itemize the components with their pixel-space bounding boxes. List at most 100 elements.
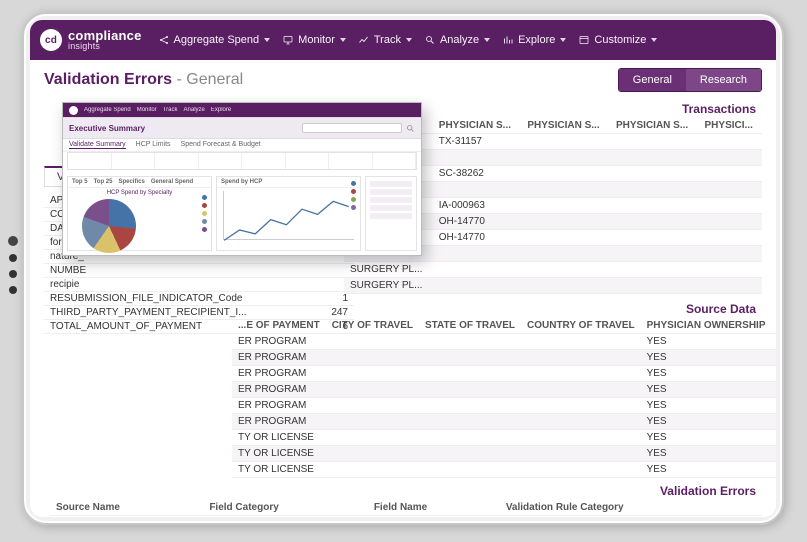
popup-tab[interactable]: Validate Summary xyxy=(69,141,126,149)
table-row[interactable]: ER PROGRAMYESNO xyxy=(232,334,776,350)
nav-aggregate-spend[interactable]: Aggregate Spend xyxy=(158,34,271,46)
validation-errors-section: Validation Errors Source NameField Categ… xyxy=(50,482,762,517)
table-row[interactable]: 0 xyxy=(50,516,762,518)
col-header[interactable]: Source Name xyxy=(50,500,203,516)
nav-analyze[interactable]: Analyze xyxy=(424,34,490,46)
chevron-down-icon xyxy=(651,38,657,42)
table-row[interactable]: ER PROGRAMYESNO xyxy=(232,382,776,398)
popup-tab[interactable]: HCP Limits xyxy=(136,141,171,149)
col-header[interactable]: PHYSICIAN S... xyxy=(521,118,610,134)
magnifier-icon xyxy=(424,34,436,46)
magnifier-icon[interactable] xyxy=(406,124,415,133)
col-header[interactable]: Field Category xyxy=(203,500,368,516)
table-row[interactable]: SURGERY PL... xyxy=(344,262,762,278)
mini-nav-item[interactable]: Aggregate Spend xyxy=(84,107,131,113)
summary-row[interactable]: NUMBE xyxy=(44,264,354,278)
field-value xyxy=(314,278,354,292)
cell: SURGERY PL... xyxy=(344,278,433,294)
validation-errors-table[interactable]: Source NameField CategoryField NameValid… xyxy=(50,500,762,517)
cell: ER PROGRAM xyxy=(232,366,326,382)
page-tab-segment: General Research xyxy=(618,68,762,92)
summary-row[interactable]: THIRD_PARTY_PAYMENT_RECIPIENT_I...247 xyxy=(44,306,354,320)
nav-explore[interactable]: Explore xyxy=(502,34,566,46)
page-header: Validation Errors - General General Rese… xyxy=(30,60,776,98)
col-header[interactable]: STATE OF TRAVEL xyxy=(419,318,521,334)
cell: YES xyxy=(641,446,772,462)
cell: YES xyxy=(641,414,772,430)
nav-label: Explore xyxy=(518,34,555,46)
mini-nav-item[interactable]: Monitor xyxy=(137,107,157,113)
field-value: 6 xyxy=(314,320,354,334)
table-row[interactable]: SURGERY PL... xyxy=(344,278,762,294)
rule-cat-cell xyxy=(500,516,762,518)
panel-tab[interactable]: General Spend xyxy=(151,179,193,185)
cell: OH-14770 xyxy=(433,214,522,230)
chevron-down-icon xyxy=(406,38,412,42)
field-value xyxy=(314,264,354,278)
nav-label: Aggregate Spend xyxy=(174,34,260,46)
nav-track[interactable]: Track xyxy=(358,34,412,46)
brand-sub: insights xyxy=(68,42,142,51)
col-header[interactable]: Field Name xyxy=(368,500,500,516)
cell: YES xyxy=(641,350,772,366)
summary-row[interactable]: TOTAL_AMOUNT_OF_PAYMENT6 xyxy=(44,320,354,334)
cell: YES xyxy=(641,462,772,478)
panel-tab[interactable]: Specifics xyxy=(118,179,144,185)
cell: YES xyxy=(641,382,772,398)
col-header[interactable]: THIRD xyxy=(772,318,777,334)
brand-logo[interactable]: cd compliance insights xyxy=(40,29,142,51)
share-icon xyxy=(158,34,170,46)
nav-label: Analyze xyxy=(440,34,479,46)
cell: NO xyxy=(772,334,777,350)
cell: NO xyxy=(772,446,777,462)
popup-tab[interactable]: Spend Forecast & Budget xyxy=(181,141,261,149)
cell: IA-000963 xyxy=(433,198,522,214)
table-row[interactable]: ER PROGRAMYESNO xyxy=(232,366,776,382)
summary-row[interactable]: recipie xyxy=(44,278,354,292)
source-data-table[interactable]: ...E OF PAYMENTCITY OF TRAVELSTATE OF TR… xyxy=(232,318,776,478)
panel1-title: HCP Spend by Specialty xyxy=(68,188,211,196)
trend-icon xyxy=(358,34,370,46)
chevron-down-icon xyxy=(340,38,346,42)
pie-chart[interactable] xyxy=(82,199,136,253)
table-row[interactable]: ER PROGRAMYESNO xyxy=(232,398,776,414)
col-header[interactable]: PHYSICIAN OWNERSHIP xyxy=(641,318,772,334)
col-header[interactable]: PHYSICI... xyxy=(699,118,762,134)
cell: NO xyxy=(772,382,777,398)
cell: TX-31157 xyxy=(433,134,522,150)
title-sub: - General xyxy=(177,71,244,88)
table-row[interactable]: TY OR LICENSEYESNO xyxy=(232,462,776,478)
dashboard-popup[interactable]: Aggregate Spend Monitor Track Analyze Ex… xyxy=(62,102,422,256)
brand-mark-icon: cd xyxy=(40,29,62,51)
tab-research[interactable]: Research xyxy=(686,69,761,91)
table-row[interactable]: TY OR LICENSEYESNO xyxy=(232,430,776,446)
cell xyxy=(433,278,522,294)
cell: YES xyxy=(641,366,772,382)
nav-label: Customize xyxy=(594,34,646,46)
main-nav: Aggregate Spend Monitor Track Analyze xyxy=(158,34,658,46)
mini-nav-item[interactable]: Explore xyxy=(211,107,231,113)
cell: TY OR LICENSE xyxy=(232,430,326,446)
monitor-icon xyxy=(282,34,294,46)
col-header[interactable]: COUNTRY OF TRAVEL xyxy=(521,318,641,334)
tab-general[interactable]: General xyxy=(619,69,686,91)
mini-nav-item[interactable]: Analyze xyxy=(184,107,205,113)
popup-search-input[interactable] xyxy=(302,123,402,133)
field-label: THIRD_PARTY_PAYMENT_RECIPIENT_I... xyxy=(44,306,314,320)
mini-nav-item[interactable]: Track xyxy=(163,107,178,113)
table-row[interactable]: ER PROGRAMYESNO xyxy=(232,414,776,430)
col-header[interactable]: Validation Rule Category xyxy=(500,500,762,516)
nav-monitor[interactable]: Monitor xyxy=(282,34,346,46)
table-row[interactable]: TY OR LICENSEYESNO xyxy=(232,446,776,462)
line-chart[interactable] xyxy=(223,191,354,240)
col-header[interactable]: PHYSICIAN S... xyxy=(610,118,699,134)
nav-customize[interactable]: Customize xyxy=(578,34,657,46)
col-header[interactable]: PHYSICIAN S... xyxy=(433,118,522,134)
panel-tab[interactable]: Top 5 xyxy=(72,179,88,185)
popup-band-label: Executive Summary xyxy=(69,124,145,133)
table-row[interactable]: ER PROGRAMYESNO xyxy=(232,350,776,366)
summary-row[interactable]: RESUBMISSION_FILE_INDICATOR_Code1 xyxy=(44,292,354,306)
popup-body: Top 5 Top 25 Specifics General Spend HCP… xyxy=(63,172,421,255)
panel-tab[interactable]: Top 25 xyxy=(94,179,113,185)
field-value: 247 xyxy=(314,306,354,320)
